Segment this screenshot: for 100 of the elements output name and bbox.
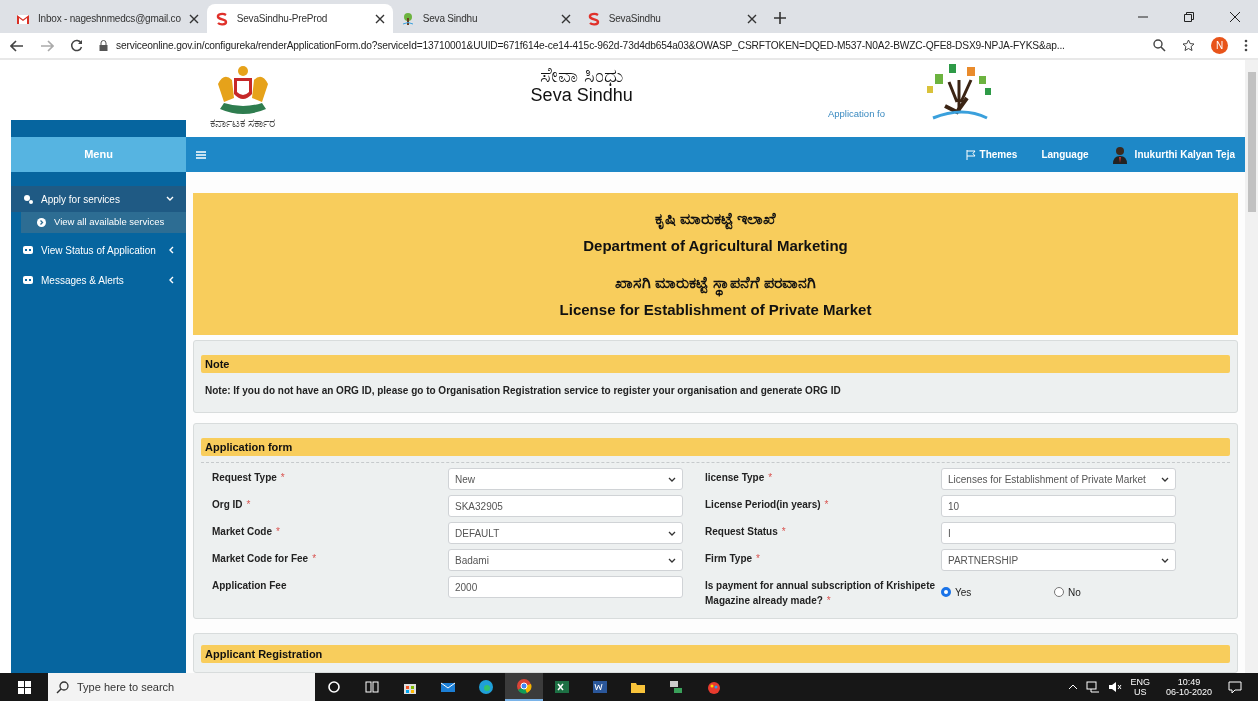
s-logo-icon — [586, 11, 601, 26]
plus-icon[interactable] — [772, 11, 787, 25]
banner-title: Department of Agricultural Marketing — [582, 235, 849, 256]
text-field[interactable]: 10 — [941, 495, 1176, 517]
radio-button[interactable] — [941, 587, 951, 597]
note-text: Note: If you do not have an ORG ID, please go to Organisation Registration service to register your organisation and generate ORG ID — [204, 384, 842, 398]
user-menu[interactable]: Inukurthi Kalyan Teja — [1112, 145, 1235, 164]
clock-time[interactable]: 10:49 — [1165, 676, 1212, 687]
sidebar-item[interactable]: Apply for services — [11, 186, 186, 212]
close-icon[interactable] — [1230, 11, 1240, 22]
close-icon[interactable] — [560, 13, 571, 24]
chevron-circle-icon — [37, 218, 46, 227]
flag-icon — [965, 149, 976, 160]
field-label: Market Code * — [212, 525, 281, 539]
field-label: Request Type * — [212, 471, 286, 485]
banner-title: ಕೃಷಿ ಮಾರುಕಟ್ಟೆ ಇಲಾಖೆ — [193, 206, 1238, 231]
field-label: Request Status * — [705, 525, 787, 539]
field-label: Firm Type * — [705, 552, 761, 566]
close-icon[interactable] — [188, 13, 199, 24]
panel-icon — [23, 275, 33, 285]
text-field[interactable]: I — [941, 522, 1176, 544]
s-logo-icon — [214, 11, 229, 26]
radio-option[interactable]: No — [1054, 576, 1167, 608]
network-icon[interactable] — [1086, 681, 1101, 693]
reload-icon[interactable] — [70, 39, 83, 52]
more-icon[interactable] — [1244, 39, 1248, 52]
site-title: Seva Sindhu — [529, 86, 634, 106]
document-icon[interactable] — [592, 679, 608, 695]
circle-icon[interactable] — [326, 679, 342, 695]
back-arrow-icon[interactable] — [10, 39, 24, 52]
windows-icon[interactable] — [17, 680, 31, 694]
sidebar-subitem[interactable]: View all available services — [21, 212, 186, 233]
tree-icon — [400, 11, 415, 26]
spreadsheet-icon[interactable] — [554, 679, 570, 695]
restore-icon[interactable] — [1184, 11, 1194, 22]
scrollbar[interactable] — [1245, 60, 1258, 673]
field-label: license Type * — [705, 471, 774, 485]
emblem-caption: ಕರ್ನಾಟಕ ಸರ್ಕಾರ — [210, 115, 276, 132]
browser-tab[interactable]: SevaSindhu — [578, 4, 765, 33]
field-label: License Period(in years) * — [705, 498, 830, 512]
text-field[interactable]: SKA32905 — [448, 495, 683, 517]
section-heading: Application form — [201, 438, 1230, 456]
clock-date[interactable]: 06-10-2020 — [1165, 687, 1212, 698]
search-icon — [56, 680, 69, 694]
banner-title: ಖಾಸಗಿ ಮಾರುಕಟ್ಟೆ ಸ್ಥಾಪನೆಗೆ ಪರವಾನಗಿ — [193, 271, 1238, 295]
radio-option[interactable]: Yes — [941, 576, 1054, 608]
language-indicator[interactable]: ENG — [1130, 676, 1150, 687]
field-label: Market Code for Fee * — [212, 552, 318, 566]
chevron-up-icon[interactable] — [1068, 684, 1079, 690]
chevron-down-icon — [668, 557, 676, 563]
zoom-icon[interactable] — [1153, 39, 1166, 52]
chevron-down-icon — [166, 196, 174, 202]
profile-avatar[interactable]: N — [1211, 37, 1228, 54]
text-field[interactable]: 2000 — [448, 576, 683, 598]
field-label: Org ID * — [212, 498, 252, 512]
close-icon[interactable] — [374, 13, 385, 24]
sidebar-item[interactable]: View Status of Application — [11, 237, 186, 263]
section-heading: Note — [201, 355, 1230, 373]
url-text[interactable]: serviceonline.gov.in/configureka/renderApplicationForm.do?serviceId=13710001&UUID=671f614e-ce14-415c-962d-73d4db654a03&OWASP_CSRFTOKEN=DQED-M537-N0A2-BWZC-QFE8-DSX9-NPJA-FYKS&ap... — [116, 37, 1065, 54]
region-indicator[interactable]: US — [1130, 687, 1150, 698]
themes-link[interactable]: Themes — [965, 147, 1018, 162]
section-heading: Applicant Registration — [201, 645, 1230, 663]
chevron-down-icon — [668, 530, 676, 536]
menu-icon[interactable] — [196, 150, 206, 159]
select-field[interactable]: PARTNERSHIP — [941, 549, 1176, 571]
browser-icon[interactable] — [478, 679, 494, 695]
taskbar-search-field[interactable]: Type here to search — [48, 673, 315, 701]
chevron-down-icon — [668, 476, 676, 482]
radio-button[interactable] — [1054, 587, 1064, 597]
tagline-text: Application fo — [827, 106, 885, 121]
select-field[interactable]: Badami — [448, 549, 683, 571]
chevron-left-icon — [168, 276, 174, 284]
browser-tab[interactable]: SevaSindhu-PreProd — [206, 4, 393, 33]
chevron-left-icon — [168, 246, 174, 254]
sidebar-item[interactable]: Messages & Alerts — [11, 267, 186, 293]
lock-icon — [99, 40, 108, 51]
close-icon[interactable] — [746, 13, 757, 24]
banner-title: License for Establishment of Private Market — [558, 300, 873, 320]
star-icon[interactable] — [1182, 39, 1195, 52]
notification-icon[interactable] — [1228, 680, 1242, 694]
field-label: Application Fee — [212, 579, 288, 593]
field-label: Is payment for annual subscription of Krishipete Magazine already made? * — [705, 579, 937, 608]
language-link[interactable]: Language — [1041, 147, 1089, 162]
select-field[interactable]: DEFAULT — [448, 522, 683, 544]
palette-icon[interactable] — [706, 679, 722, 695]
computer-icon[interactable] — [668, 679, 684, 695]
menu-heading: Menu — [11, 137, 186, 172]
browser-tab[interactable]: Inbox - nageshnmedcs@gmail.co — [8, 4, 207, 33]
gears-icon — [23, 194, 33, 204]
panel-icon — [23, 245, 33, 255]
chevron-down-icon — [1161, 476, 1169, 482]
select-field[interactable]: New — [448, 468, 683, 490]
person-icon — [1112, 145, 1127, 164]
speaker-icon[interactable] — [1108, 681, 1123, 693]
site-title-kannada: ಸೇವಾ ಸಿಂಧು — [539, 64, 624, 86]
browser-icon[interactable] — [516, 678, 532, 694]
task-view-icon[interactable] — [364, 679, 380, 695]
select-field[interactable]: Licenses for Establishment of Private Market — [941, 468, 1176, 490]
browser-tab[interactable]: Seva Sindhu — [392, 4, 579, 33]
chevron-down-icon — [1161, 557, 1169, 563]
